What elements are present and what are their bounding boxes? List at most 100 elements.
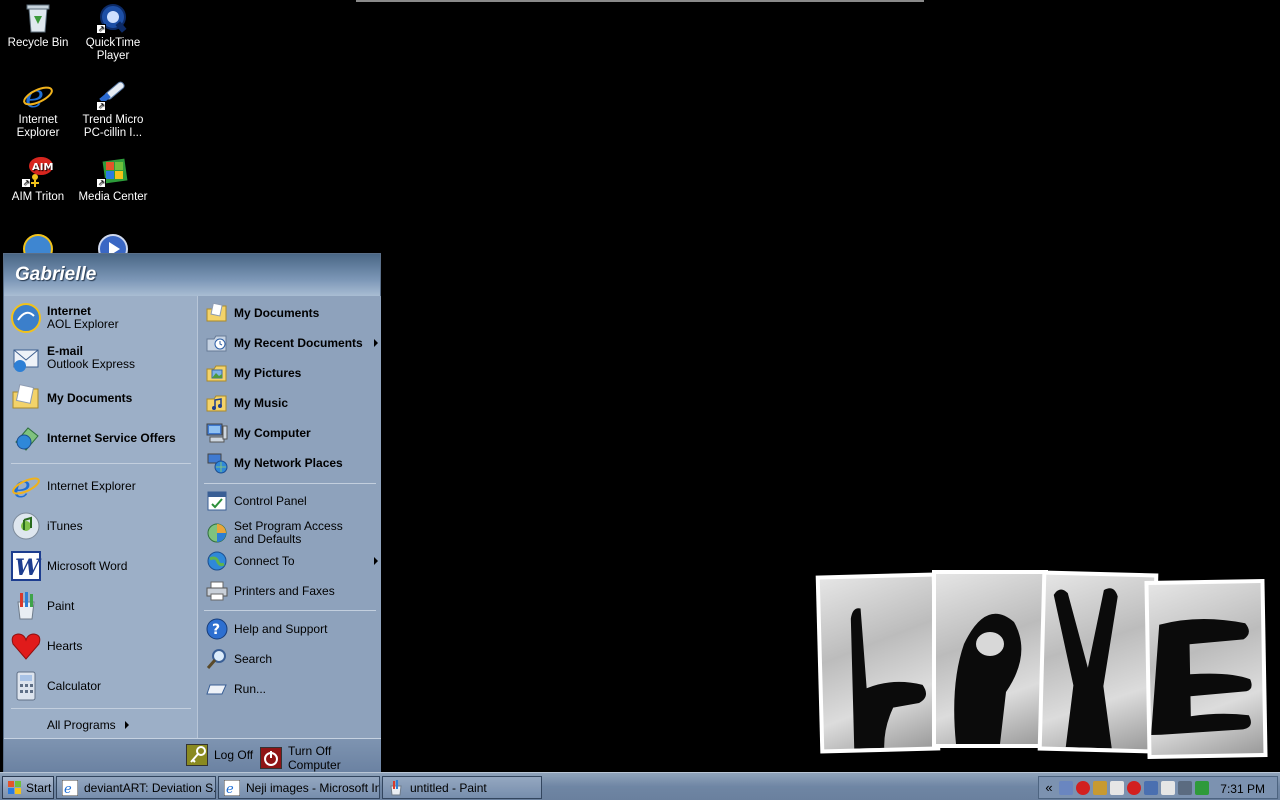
- desktop-icon-recycle-bin[interactable]: Recycle Bin: [0, 2, 76, 50]
- svg-text:?: ?: [212, 622, 220, 638]
- internet-explorer-icon: e: [61, 779, 79, 797]
- svg-text:W: W: [15, 555, 42, 581]
- desktop-icon-media-center[interactable]: ↗ Media Center: [75, 156, 151, 204]
- volume-tray-icon[interactable]: [1161, 780, 1175, 795]
- internet-explorer-icon: e: [10, 470, 42, 505]
- connect-globe-icon: [206, 550, 228, 572]
- shortcut-arrow-icon: ↗: [96, 101, 106, 111]
- printer-icon: [206, 580, 228, 602]
- start-menu-footer: Log Off Turn Off Computer: [4, 738, 381, 772]
- recycle-bin-icon: [21, 2, 55, 34]
- pinned-internet[interactable]: Internet AOL Explorer: [10, 302, 119, 334]
- program-access-icon: [206, 522, 228, 544]
- recent-itunes[interactable]: iTunes: [10, 510, 83, 542]
- start-button[interactable]: Start: [2, 776, 54, 799]
- task-deviantart[interactable]: e deviantART: Deviation S...: [56, 776, 216, 799]
- separator: [204, 610, 376, 611]
- recent-calculator[interactable]: Calculator: [10, 670, 101, 702]
- wireless-tray-icon[interactable]: [1195, 780, 1209, 795]
- heart-icon: [10, 630, 42, 662]
- recent-microsoft-word[interactable]: W Microsoft Word: [10, 550, 127, 582]
- calculator-icon: [10, 670, 42, 702]
- key-tray-icon[interactable]: [1093, 780, 1107, 795]
- pinned-my-documents[interactable]: My Documents: [10, 382, 132, 414]
- shortcut-arrow-icon: ↗: [96, 178, 106, 188]
- tray-expand-chevron[interactable]: «: [1042, 780, 1056, 795]
- run-icon: [206, 678, 228, 700]
- system-tray: « 7:31 PM: [1038, 776, 1278, 799]
- paint-icon: [388, 779, 404, 796]
- set-program-access[interactable]: Set Program Access and Defaults: [206, 520, 378, 546]
- pinned-internet-service-offers[interactable]: Internet Service Offers: [10, 422, 176, 454]
- submenu-arrow-icon: [374, 557, 378, 565]
- power-icon: [260, 747, 282, 769]
- all-programs-button[interactable]: All Programs: [47, 718, 129, 732]
- clock[interactable]: 7:31 PM: [1220, 782, 1265, 796]
- chevron-right-icon: [124, 721, 129, 729]
- error-tray-icon[interactable]: [1076, 780, 1090, 795]
- submenu-arrow-icon: [374, 339, 378, 347]
- control-panel[interactable]: Control Panel: [206, 490, 378, 512]
- svg-text:AIM: AIM: [32, 162, 53, 173]
- separator: [11, 463, 191, 464]
- shortcut-arrow-icon: ↗: [21, 178, 31, 188]
- network-tray-icon[interactable]: [1059, 780, 1073, 795]
- globe-offers-icon: [10, 422, 42, 454]
- separator: [11, 708, 191, 709]
- paint-icon: [10, 590, 42, 622]
- display-tray-icon[interactable]: [1178, 780, 1192, 795]
- connection-tray-icon[interactable]: [1144, 780, 1158, 795]
- run[interactable]: Run...: [206, 678, 378, 700]
- user-name: Gabrielle: [15, 264, 97, 285]
- desktop-icon-internet-explorer[interactable]: e Internet Explorer: [0, 77, 76, 140]
- search[interactable]: Search: [206, 648, 378, 670]
- pinned-email[interactable]: E-mail Outlook Express: [10, 342, 135, 374]
- place-my-documents[interactable]: My Documents: [206, 302, 378, 324]
- search-icon: [206, 648, 228, 670]
- trend-micro-icon: ↗: [96, 79, 130, 111]
- task-neji-images[interactable]: e Neji images - Microsoft Int...: [218, 776, 380, 799]
- start-menu-right-pane: My Documents My Recent Documents My Pict…: [197, 296, 381, 738]
- windows-flag-icon: [8, 780, 22, 795]
- computer-icon: [206, 422, 228, 444]
- desktop-icon-quicktime[interactable]: ↗ QuickTime Player: [75, 2, 151, 63]
- taskbar: Start e deviantART: Deviation S... e Nej…: [0, 772, 1280, 800]
- photo-card-l: [815, 572, 941, 754]
- itunes-icon: [10, 510, 42, 542]
- recent-internet-explorer[interactable]: e Internet Explorer: [10, 470, 136, 505]
- turn-off-button[interactable]: Turn Off Computer: [260, 744, 381, 772]
- window-edge: [356, 0, 924, 2]
- log-off-button[interactable]: Log Off: [186, 744, 253, 766]
- desktop-icon-aim-triton[interactable]: AIM ↗ AIM Triton: [0, 156, 76, 204]
- place-my-pictures[interactable]: My Pictures: [206, 362, 378, 384]
- microphone-tray-icon[interactable]: [1110, 780, 1124, 795]
- love-hands-wallpaper: [815, 570, 1268, 760]
- internet-explorer-icon: e: [21, 77, 55, 115]
- recent-paint[interactable]: Paint: [10, 590, 74, 622]
- task-paint[interactable]: untitled - Paint: [382, 776, 542, 799]
- start-menu-left-pane: Internet AOL Explorer E-mail Outlook Expre…: [4, 296, 197, 738]
- connect-to[interactable]: Connect To: [206, 550, 382, 572]
- key-icon: [186, 744, 208, 766]
- separator: [204, 483, 376, 484]
- quicktime-icon: ↗: [96, 2, 130, 34]
- recent-hearts[interactable]: Hearts: [10, 630, 82, 662]
- help-and-support[interactable]: ? Help and Support: [206, 618, 378, 640]
- svg-text:e: e: [64, 782, 72, 796]
- photo-card-e: [1144, 578, 1268, 760]
- folder-music-icon: [206, 392, 228, 414]
- error-tray-icon-2[interactable]: [1127, 780, 1141, 795]
- folder-documents-icon: [206, 302, 228, 324]
- network-places-icon: [206, 452, 228, 474]
- control-panel-icon: [206, 490, 228, 512]
- outlook-express-icon: [10, 342, 42, 374]
- place-my-computer[interactable]: My Computer: [206, 422, 378, 444]
- place-my-network-places[interactable]: My Network Places: [206, 452, 378, 474]
- printers-and-faxes[interactable]: Printers and Faxes: [206, 580, 378, 602]
- desktop-icon-trend-micro[interactable]: ↗ Trend Micro PC-cillin I...: [75, 79, 151, 140]
- svg-text:e: e: [226, 782, 234, 796]
- photo-card-v: [1037, 570, 1159, 754]
- place-my-music[interactable]: My Music: [206, 392, 378, 414]
- place-my-recent-documents[interactable]: My Recent Documents: [206, 332, 382, 354]
- folder-documents-icon: [10, 382, 42, 414]
